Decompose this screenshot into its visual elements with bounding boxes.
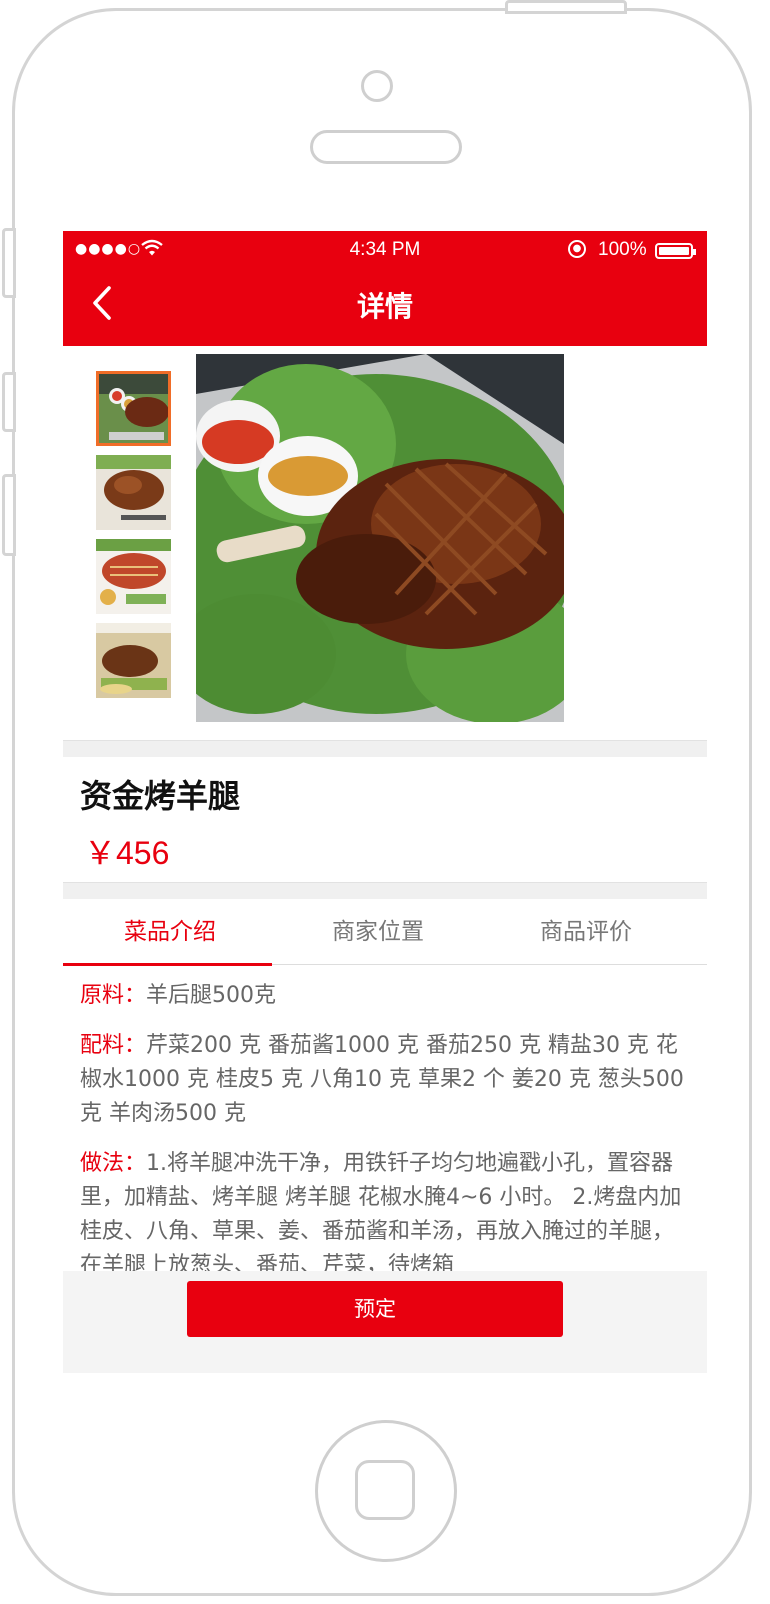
battery-icon	[655, 243, 696, 259]
page-title: 详情	[356, 290, 413, 323]
side-button-power	[505, 0, 627, 14]
earpiece-speaker	[310, 130, 462, 164]
tab-reviews[interactable]: 商品评价	[479, 897, 693, 965]
seasoning-label: 配料：	[80, 1033, 147, 1058]
thumbnail-3-image	[96, 539, 171, 614]
thumbnail-4[interactable]	[96, 623, 171, 698]
thumbnail-2[interactable]	[96, 455, 171, 530]
ingredients-text: 羊后腿500克	[146, 983, 277, 1008]
seasoning-text: 芹菜200 克 番茄酱1000 克 番茄250 克 精盐30 克 花椒水1000…	[80, 1033, 684, 1126]
method-text: 1.将羊腿冲洗干净，用铁钎子均匀地遍戳小孔，置容器里，加精盐、烤羊腿 烤羊腿 花…	[80, 1151, 682, 1278]
main-product-image	[196, 354, 564, 722]
dish-description: 原料：羊后腿500克 配料：芹菜200 克 番茄酱1000 克 番茄250 克 …	[80, 979, 692, 1299]
side-button-volume-up	[2, 372, 16, 432]
thumbnail-3[interactable]	[96, 539, 171, 614]
tab-merchant-location[interactable]: 商家位置	[271, 897, 485, 965]
top-bar: ●●●●○ 4:34 PM ● 100% 详情	[63, 231, 707, 346]
thumbnail-1[interactable]	[96, 371, 171, 446]
seasoning-paragraph: 配料：芹菜200 克 番茄酱1000 克 番茄250 克 精盐30 克 花椒水1…	[80, 1029, 692, 1131]
thumbnail-4-image	[96, 623, 171, 698]
rotation-lock-icon: ●	[568, 240, 586, 258]
tab-bar: 菜品介绍 商家位置 商品评价	[63, 897, 707, 966]
method-label: 做法：	[80, 1151, 147, 1176]
roast-lamb-leg-image	[196, 354, 564, 722]
battery-percentage: 100%	[598, 239, 647, 260]
side-button-volume-down	[2, 474, 16, 556]
app-screen: ●●●●○ 4:34 PM ● 100% 详情 资金烤羊腿 ￥456 菜品介绍 …	[63, 231, 707, 1373]
home-button-icon	[355, 1460, 415, 1520]
ingredients-paragraph: 原料：羊后腿500克	[80, 979, 692, 1013]
product-name: 资金烤羊腿	[80, 777, 241, 815]
tab-dish-intro[interactable]: 菜品介绍	[63, 897, 277, 966]
side-button-mute	[2, 228, 16, 298]
product-price: ￥456	[84, 835, 170, 871]
bottom-action-bar: 预定	[63, 1271, 707, 1373]
thumbnail-1-image	[99, 374, 168, 443]
book-button[interactable]: 预定	[187, 1281, 563, 1337]
method-paragraph: 做法：1.将羊腿冲洗干净，用铁钎子均匀地遍戳小孔，置容器里，加精盐、烤羊腿 烤羊…	[80, 1147, 692, 1283]
section-divider	[63, 740, 707, 757]
status-bar: ●●●●○ 4:34 PM ● 100%	[63, 231, 707, 271]
ingredients-label: 原料：	[80, 983, 147, 1008]
thumbnail-2-image	[96, 455, 171, 530]
front-camera	[361, 70, 393, 102]
